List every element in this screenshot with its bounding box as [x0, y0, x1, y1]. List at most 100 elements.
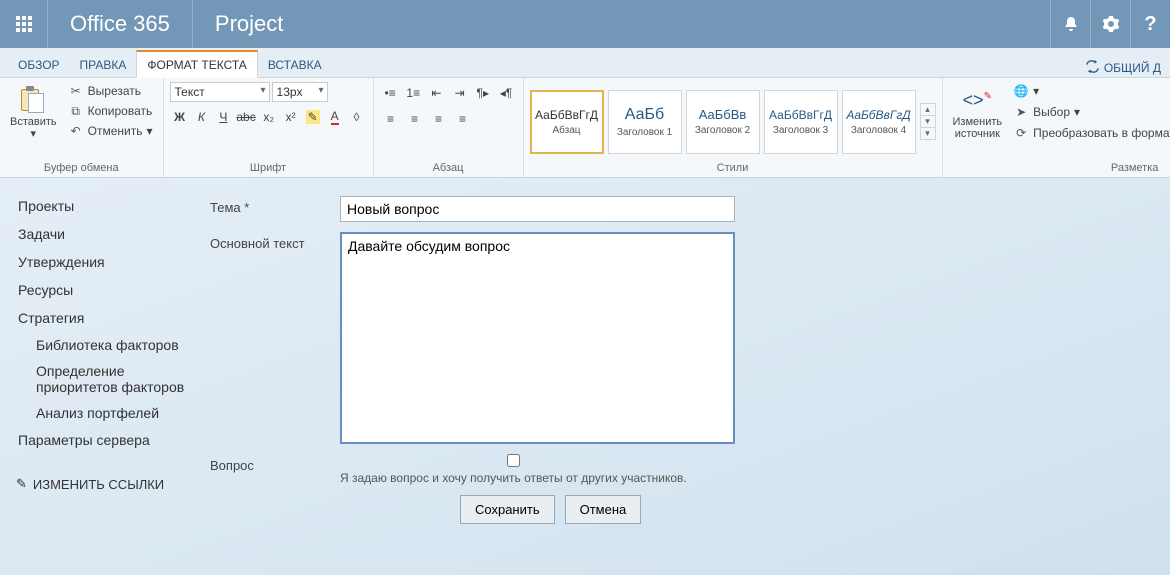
scissors-icon: ✂: [68, 83, 84, 99]
pencil-icon: ✎: [16, 476, 27, 492]
strikethrough-button[interactable]: abc: [235, 106, 256, 128]
eraser-icon: ◊: [354, 110, 360, 124]
cut-button[interactable]: ✂Вырезать: [64, 82, 157, 100]
convert-icon: ⟳: [1013, 125, 1029, 141]
body-textarea[interactable]: [340, 232, 735, 444]
ribbon-group-font: Текст 13px Ж К Ч abc x₂ x² ✎ A ◊ Шрифт: [164, 78, 374, 177]
underline-button[interactable]: Ч: [213, 106, 233, 128]
share-icon: [1085, 59, 1100, 77]
topbar: Office 365 Project ?: [0, 0, 1170, 48]
sidebar-sub-driver-priority[interactable]: Определение приоритетов факторов: [16, 358, 192, 400]
tab-overview[interactable]: ОБЗОР: [8, 52, 70, 77]
save-button[interactable]: Сохранить: [460, 495, 555, 524]
bullets-icon: •≡: [385, 86, 396, 100]
share-button[interactable]: ОБЩИЙ Д: [1085, 59, 1162, 77]
copy-icon: ⧉: [68, 103, 84, 119]
font-color-button[interactable]: A: [325, 106, 345, 128]
style-paragraph[interactable]: АаБбВвГгД Абзац: [530, 90, 604, 154]
superscript-button[interactable]: x²: [281, 106, 301, 128]
rtl-button[interactable]: ◂¶: [495, 82, 516, 104]
ribbon-group-clipboard: Вставить ▾ ✂Вырезать ⧉Копировать ↶Отмени…: [0, 78, 164, 177]
subscript-button[interactable]: x₂: [259, 106, 279, 128]
ltr-icon: ¶▸: [477, 86, 489, 100]
undo-button[interactable]: ↶Отменить ▾: [64, 122, 157, 140]
indent-icon: ⇥: [455, 86, 465, 100]
indent-button[interactable]: ⇥: [449, 82, 470, 104]
bold-button[interactable]: Ж: [170, 106, 190, 128]
font-color-icon: A: [331, 109, 339, 125]
cancel-button[interactable]: Отмена: [565, 495, 642, 524]
topic-input[interactable]: [340, 196, 735, 222]
style-heading3[interactable]: АаБбВвГгД Заголовок 3: [764, 90, 838, 154]
highlight-icon: ✎: [306, 110, 320, 124]
sidebar-sub-drivers-library[interactable]: Библиотека факторов: [16, 332, 192, 358]
styles-down-button[interactable]: ▾: [921, 116, 935, 128]
styles-up-button[interactable]: ▴: [921, 104, 935, 116]
cursor-icon: ➤: [1013, 104, 1029, 120]
group-label: Шрифт: [170, 161, 367, 175]
align-right-icon: ≡: [435, 112, 442, 126]
sidebar: Проекты Задачи Утверждения Ресурсы Страт…: [0, 178, 200, 575]
sidebar-item-strategy[interactable]: Стратегия: [16, 304, 192, 332]
question-label: Вопрос: [210, 454, 340, 473]
sidebar-item-tasks[interactable]: Задачи: [16, 220, 192, 248]
sidebar-item-resources[interactable]: Ресурсы: [16, 276, 192, 304]
ribbon-group-markup: <>✎ Изменить источник 🌐▾ ➤Выбор ▾ ⟳Преоб…: [943, 78, 1170, 177]
copy-button[interactable]: ⧉Копировать: [64, 102, 157, 120]
outdent-icon: ⇤: [431, 86, 441, 100]
tab-text-format[interactable]: ФОРМАТ ТЕКСТА: [136, 50, 257, 78]
tab-insert[interactable]: ВСТАВКА: [258, 52, 332, 77]
waffle-icon: [16, 16, 32, 32]
numbering-icon: 1≡: [406, 86, 420, 100]
align-left-button[interactable]: ≡: [380, 108, 402, 130]
code-icon: <>✎: [961, 84, 993, 116]
justify-icon: ≡: [459, 112, 466, 126]
edit-source-button[interactable]: <>✎ Изменить источник: [949, 82, 1007, 161]
sidebar-item-projects[interactable]: Проекты: [16, 192, 192, 220]
align-right-button[interactable]: ≡: [428, 108, 450, 130]
justify-button[interactable]: ≡: [452, 108, 474, 130]
style-heading4[interactable]: АаБбВвГгД Заголовок 4: [842, 90, 916, 154]
question-hint: Я задаю вопрос и хочу получить ответы от…: [340, 471, 687, 485]
styles-scroll: ▴ ▾ ▾: [920, 103, 936, 140]
numbering-button[interactable]: 1≡: [403, 82, 424, 104]
question-checkbox[interactable]: [340, 454, 687, 467]
ltr-button[interactable]: ¶▸: [472, 82, 493, 104]
group-label: Стили: [530, 161, 936, 175]
font-size-select[interactable]: 13px: [272, 82, 328, 102]
app-launcher[interactable]: [0, 0, 48, 48]
group-label: Разметка: [949, 161, 1170, 175]
italic-button[interactable]: К: [191, 106, 211, 128]
sidebar-item-approvals[interactable]: Утверждения: [16, 248, 192, 276]
tab-edit[interactable]: ПРАВКА: [70, 52, 137, 77]
bullets-button[interactable]: •≡: [380, 82, 401, 104]
notifications-icon[interactable]: [1050, 0, 1090, 48]
highlight-button[interactable]: ✎: [303, 106, 323, 128]
align-center-button[interactable]: ≡: [404, 108, 426, 130]
paste-button[interactable]: Вставить ▾: [6, 82, 61, 161]
paste-icon: [18, 85, 48, 115]
style-heading2[interactable]: АаБбВв Заголовок 2: [686, 90, 760, 154]
sidebar-sub-portfolio[interactable]: Анализ портфелей: [16, 400, 192, 426]
help-icon[interactable]: ?: [1130, 0, 1170, 48]
undo-icon: ↶: [68, 123, 84, 139]
brand[interactable]: Office 365: [48, 0, 193, 48]
align-center-icon: ≡: [411, 112, 418, 126]
form: Тема * Основной текст Вопрос Я задаю воп…: [200, 178, 1170, 575]
ribbon-group-styles: АаБбВвГгД Абзац АаБб Заголовок 1 АаБбВв …: [524, 78, 943, 177]
font-family-select[interactable]: Текст: [170, 82, 270, 102]
outdent-button[interactable]: ⇤: [426, 82, 447, 104]
gear-icon[interactable]: [1090, 0, 1130, 48]
align-left-icon: ≡: [387, 112, 394, 126]
ribbon-tabs: ОБЗОР ПРАВКА ФОРМАТ ТЕКСТА ВСТАВКА ОБЩИЙ…: [0, 48, 1170, 78]
edit-links-button[interactable]: ✎ИЗМЕНИТЬ ССЫЛКИ: [16, 476, 192, 492]
clear-format-button[interactable]: ◊: [347, 106, 367, 128]
language-button[interactable]: 🌐▾: [1009, 82, 1170, 100]
styles-expand-button[interactable]: ▾: [921, 128, 935, 139]
style-heading1[interactable]: АаБб Заголовок 1: [608, 90, 682, 154]
select-button[interactable]: ➤Выбор ▾: [1009, 103, 1170, 121]
sidebar-item-server-settings[interactable]: Параметры сервера: [16, 426, 192, 454]
convert-xhtml-button[interactable]: ⟳Преобразовать в формат XHTML: [1009, 124, 1170, 142]
app-name[interactable]: Project: [193, 0, 305, 48]
main-area: Проекты Задачи Утверждения Ресурсы Страт…: [0, 178, 1170, 575]
